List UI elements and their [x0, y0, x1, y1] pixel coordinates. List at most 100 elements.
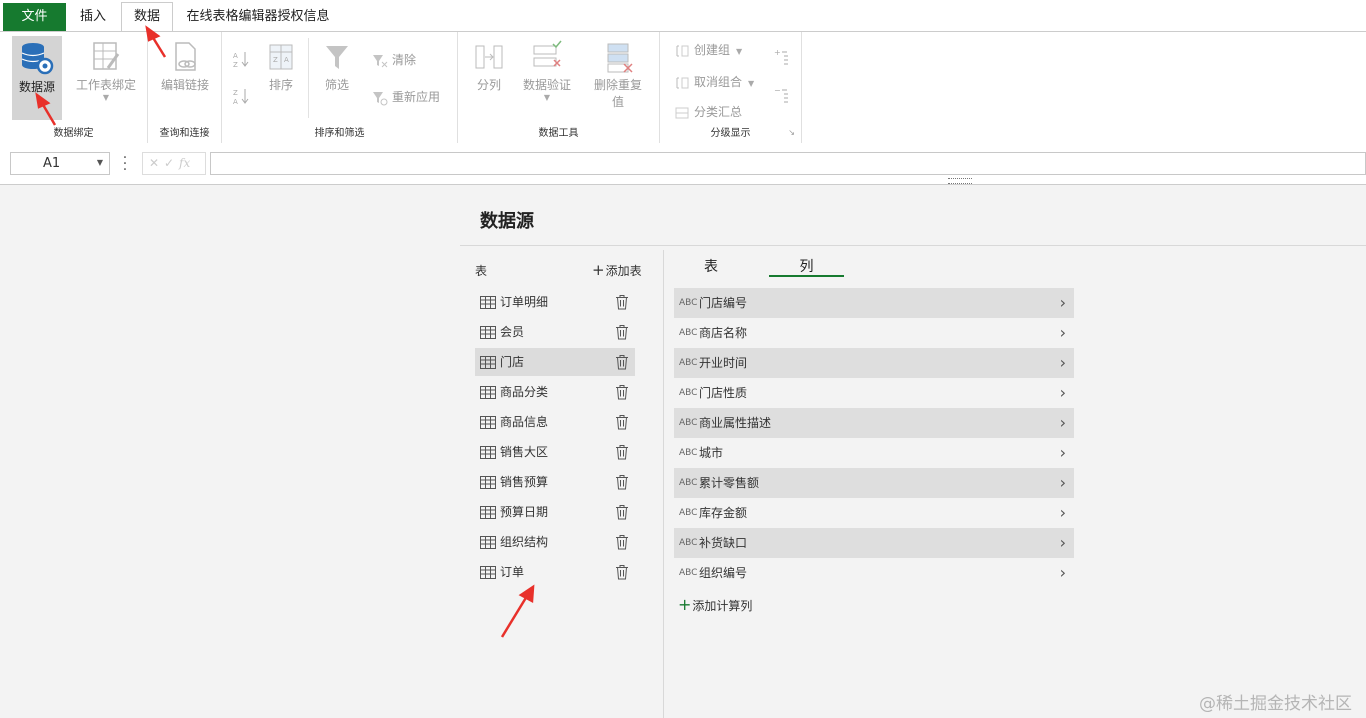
- active-tab-indicator: [769, 275, 844, 277]
- table-name: 会员: [500, 325, 525, 339]
- trash-icon[interactable]: [615, 414, 629, 430]
- trash-icon[interactable]: [615, 294, 629, 310]
- reapply-filter-button[interactable]: 重新应用: [372, 87, 440, 107]
- remove-duplicates-button[interactable]: 删除重复 值: [590, 36, 646, 110]
- column-item[interactable]: ABC 开业时间 ›: [674, 348, 1074, 378]
- column-item[interactable]: ABC 累计零售额 ›: [674, 468, 1074, 498]
- trash-icon[interactable]: [615, 324, 629, 340]
- column-name: 城市: [699, 446, 724, 460]
- trash-icon[interactable]: [615, 384, 629, 400]
- subtotal-button[interactable]: 分类汇总: [674, 102, 742, 122]
- trash-icon[interactable]: [615, 504, 629, 520]
- column-item[interactable]: ABC 商业属性描述 ›: [674, 408, 1074, 438]
- sort-button[interactable]: ZA 排序: [262, 36, 300, 93]
- add-calculated-column-button[interactable]: +添加计算列: [678, 595, 752, 614]
- column-name: 补货缺口: [699, 536, 748, 550]
- table-item[interactable]: 门店: [475, 348, 635, 376]
- trash-icon[interactable]: [615, 564, 629, 580]
- hide-detail-button[interactable]: −: [774, 86, 790, 106]
- chevron-right-icon[interactable]: ›: [1060, 348, 1066, 378]
- tab-table[interactable]: 表: [690, 256, 732, 276]
- reapply-filter-icon: [373, 91, 388, 105]
- chevron-right-icon[interactable]: ›: [1060, 378, 1066, 408]
- tab-columns[interactable]: 列: [769, 256, 844, 276]
- svg-text:−: −: [774, 86, 781, 95]
- reapply-label: 重新应用: [392, 90, 441, 104]
- formula-input[interactable]: [210, 152, 1366, 175]
- confirm-icon[interactable]: ✓: [164, 156, 174, 170]
- filter-button[interactable]: 筛选: [317, 36, 357, 93]
- svg-text:Z: Z: [273, 56, 278, 64]
- column-item[interactable]: ABC 库存金额 ›: [674, 498, 1074, 528]
- clear-filter-button[interactable]: 清除: [372, 50, 416, 70]
- trash-icon[interactable]: [615, 444, 629, 460]
- chevron-right-icon[interactable]: ›: [1060, 498, 1066, 528]
- table-item[interactable]: 商品分类: [475, 378, 635, 406]
- sort-descending-button[interactable]: ZA: [232, 87, 250, 107]
- table-item[interactable]: 销售大区: [475, 438, 635, 466]
- table-item[interactable]: 组织结构: [475, 528, 635, 556]
- column-item[interactable]: ABC 门店性质 ›: [674, 378, 1074, 408]
- text-to-columns-button[interactable]: 分列: [470, 36, 508, 93]
- tab-license-info[interactable]: 在线表格编辑器授权信息: [178, 3, 338, 31]
- show-detail-button[interactable]: +: [774, 48, 790, 68]
- sort-ascending-button[interactable]: AZ: [232, 50, 250, 70]
- text-to-columns-label: 分列: [476, 78, 501, 92]
- panel-title: 数据源: [480, 211, 534, 232]
- tab-insert[interactable]: 插入: [68, 3, 118, 31]
- svg-text:A: A: [233, 98, 238, 105]
- table-item[interactable]: 会员: [475, 318, 635, 346]
- add-table-button[interactable]: +添加表: [592, 261, 642, 279]
- chevron-down-icon: ▼: [543, 93, 551, 102]
- column-item[interactable]: ABC 城市 ›: [674, 438, 1074, 468]
- expand-detail-icon: +: [774, 48, 788, 65]
- text-type-icon: ABC: [679, 568, 698, 578]
- chevron-right-icon[interactable]: ›: [1060, 408, 1066, 438]
- svg-text:Z: Z: [233, 89, 238, 97]
- data-source-button[interactable]: 数据源: [12, 36, 62, 120]
- table-icon: [480, 386, 496, 399]
- column-item[interactable]: ABC 商店名称 ›: [674, 318, 1074, 348]
- trash-icon[interactable]: [615, 354, 629, 370]
- sheet-binding-button[interactable]: 工作表绑定 ▼: [72, 36, 140, 102]
- edit-links-button[interactable]: 编辑链接: [158, 36, 212, 93]
- divider-vertical: [663, 250, 664, 718]
- trash-icon[interactable]: [615, 534, 629, 550]
- group-button[interactable]: 创建组 ▼: [674, 40, 742, 60]
- trash-icon[interactable]: [615, 474, 629, 490]
- chevron-right-icon[interactable]: ›: [1060, 288, 1066, 318]
- chevron-right-icon[interactable]: ›: [1060, 468, 1066, 498]
- tab-data[interactable]: 数据: [121, 2, 173, 32]
- column-item[interactable]: ABC 组织编号 ›: [674, 558, 1074, 588]
- text-type-icon: ABC: [679, 328, 698, 338]
- subtotal-icon: [675, 107, 689, 118]
- sheet-bind-icon: [93, 42, 120, 70]
- table-item[interactable]: 订单: [475, 558, 635, 586]
- formula-controls: ✕ ✓ fx: [142, 152, 206, 175]
- column-item[interactable]: ABC 门店编号 ›: [674, 288, 1074, 318]
- data-validation-button[interactable]: 数据验证 ▼: [518, 36, 576, 102]
- name-box[interactable]: A1 ▼: [10, 152, 110, 175]
- chevron-right-icon[interactable]: ›: [1060, 438, 1066, 468]
- resize-grip-icon[interactable]: [948, 178, 972, 184]
- fx-icon[interactable]: fx: [179, 156, 190, 170]
- table-item[interactable]: 商品信息: [475, 408, 635, 436]
- more-vertical-icon[interactable]: · · ·: [122, 151, 128, 177]
- data-validation-label: 数据验证: [522, 78, 571, 92]
- ungroup-button[interactable]: 取消组合 ▼: [674, 72, 754, 92]
- chevron-right-icon[interactable]: ›: [1060, 318, 1066, 348]
- table-item[interactable]: 订单明细: [475, 288, 635, 316]
- column-item[interactable]: ABC 补货缺口 ›: [674, 528, 1074, 558]
- watermark: @稀土掘金技术社区: [1199, 694, 1352, 714]
- add-calc-label: 添加计算列: [692, 599, 753, 613]
- cancel-icon[interactable]: ✕: [149, 156, 159, 170]
- subtotal-label: 分类汇总: [694, 105, 743, 119]
- svg-text:+: +: [774, 48, 781, 57]
- tab-file[interactable]: 文件: [3, 3, 66, 31]
- plus-icon: +: [592, 261, 605, 279]
- table-item[interactable]: 预算日期: [475, 498, 635, 526]
- chevron-right-icon[interactable]: ›: [1060, 528, 1066, 558]
- chevron-right-icon[interactable]: ›: [1060, 558, 1066, 588]
- table-icon: [480, 416, 496, 429]
- table-item[interactable]: 销售预算: [475, 468, 635, 496]
